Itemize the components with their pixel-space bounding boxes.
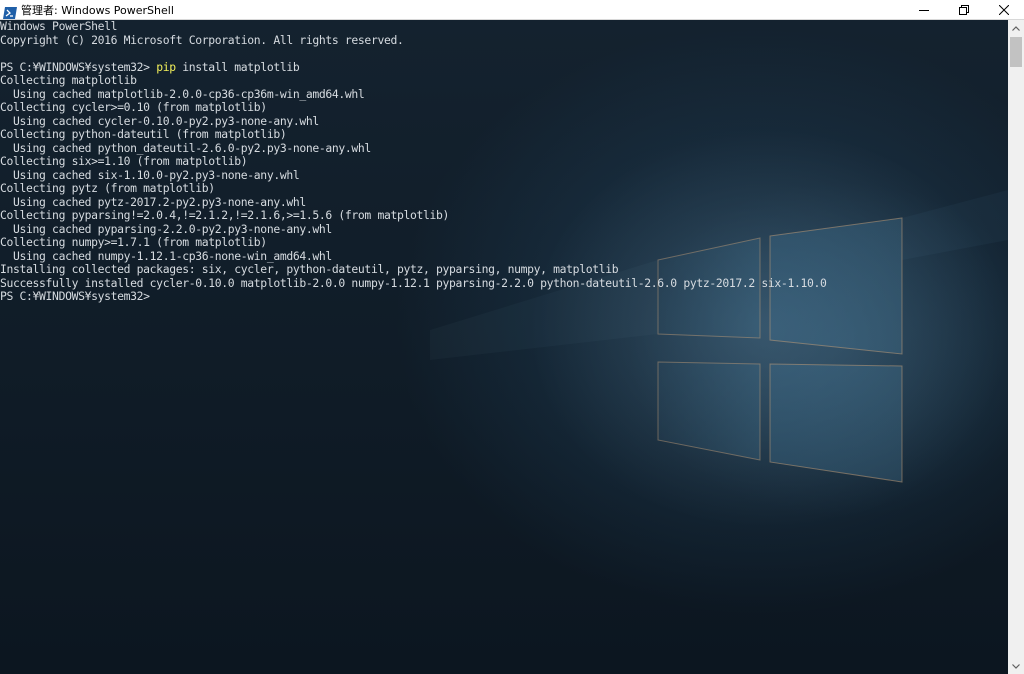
minimize-button[interactable]	[904, 0, 944, 19]
chevron-down-icon	[1012, 663, 1020, 669]
console-line: Collecting matplotlib	[0, 73, 137, 87]
scrollbar-thumb[interactable]	[1010, 37, 1022, 67]
scroll-up-button[interactable]	[1008, 20, 1024, 36]
window-title: 管理者: Windows PowerShell	[21, 3, 174, 17]
console-line: Collecting numpy>=1.7.1 (from matplotlib…	[0, 235, 267, 249]
command-verb: pip	[156, 59, 176, 74]
console-line: Collecting python-dateutil (from matplot…	[0, 127, 287, 141]
scroll-down-button[interactable]	[1008, 658, 1024, 674]
vertical-scrollbar[interactable]	[1008, 20, 1024, 674]
restore-button[interactable]	[944, 0, 984, 19]
restore-icon	[959, 4, 969, 15]
console-line: Using cached pyparsing-2.2.0-py2.py3-non…	[0, 221, 332, 236]
console-line: Using cached numpy-1.12.1-cp36-none-win_…	[0, 248, 332, 263]
console-line: Collecting pytz (from matplotlib)	[0, 181, 215, 195]
console-line: Successfully installed cycler-0.10.0 mat…	[0, 275, 827, 290]
close-icon	[999, 4, 1009, 15]
prompt: PS C:¥WINDOWS¥system32>	[0, 59, 157, 74]
console-area[interactable]: Windows PowerShell Copyright (C) 2016 Mic…	[0, 20, 1008, 674]
console-line: PS C:¥WINDOWS¥system32>	[0, 289, 150, 303]
console-line: Copyright (C) 2016 Microsoft Corporation…	[0, 32, 404, 47]
console-line: Using cached pytz-2017.2-py2.py3-none-an…	[0, 194, 306, 209]
chevron-up-icon	[1012, 25, 1020, 31]
powershell-icon	[3, 4, 17, 19]
console-line: Using cached python_dateutil-2.6.0-py2.p…	[0, 140, 371, 155]
close-button[interactable]	[984, 0, 1024, 19]
console-line: Using cached six-1.10.0-py2.py3-none-any…	[0, 167, 300, 182]
command-args: install matplotlib	[175, 59, 300, 74]
console-output: Windows PowerShell Copyright (C) 2016 Mic…	[0, 20, 827, 304]
console-line: Installing collected packages: six, cycl…	[0, 262, 619, 276]
console-line: Using cached matplotlib-2.0.0-cp36-cp36m…	[0, 86, 365, 101]
command-line: PS C:¥WINDOWS¥system32> pip install matp…	[0, 59, 827, 75]
window-controls	[904, 0, 1024, 19]
powershell-window: 管理者: Windows PowerShell Windows PowerShe…	[0, 0, 1024, 674]
console-line: Collecting pyparsing!=2.0.4,!=2.1.2,!=2.…	[0, 208, 450, 222]
minimize-icon	[919, 9, 929, 11]
console-line: Using cached cycler-0.10.0-py2.py3-none-…	[0, 113, 319, 128]
title-bar[interactable]: 管理者: Windows PowerShell	[0, 0, 1024, 20]
console-line: Collecting six>=1.10 (from matplotlib)	[0, 154, 248, 168]
console-line: Windows PowerShell	[0, 20, 118, 33]
console-line: Collecting cycler>=0.10 (from matplotlib…	[0, 100, 267, 114]
